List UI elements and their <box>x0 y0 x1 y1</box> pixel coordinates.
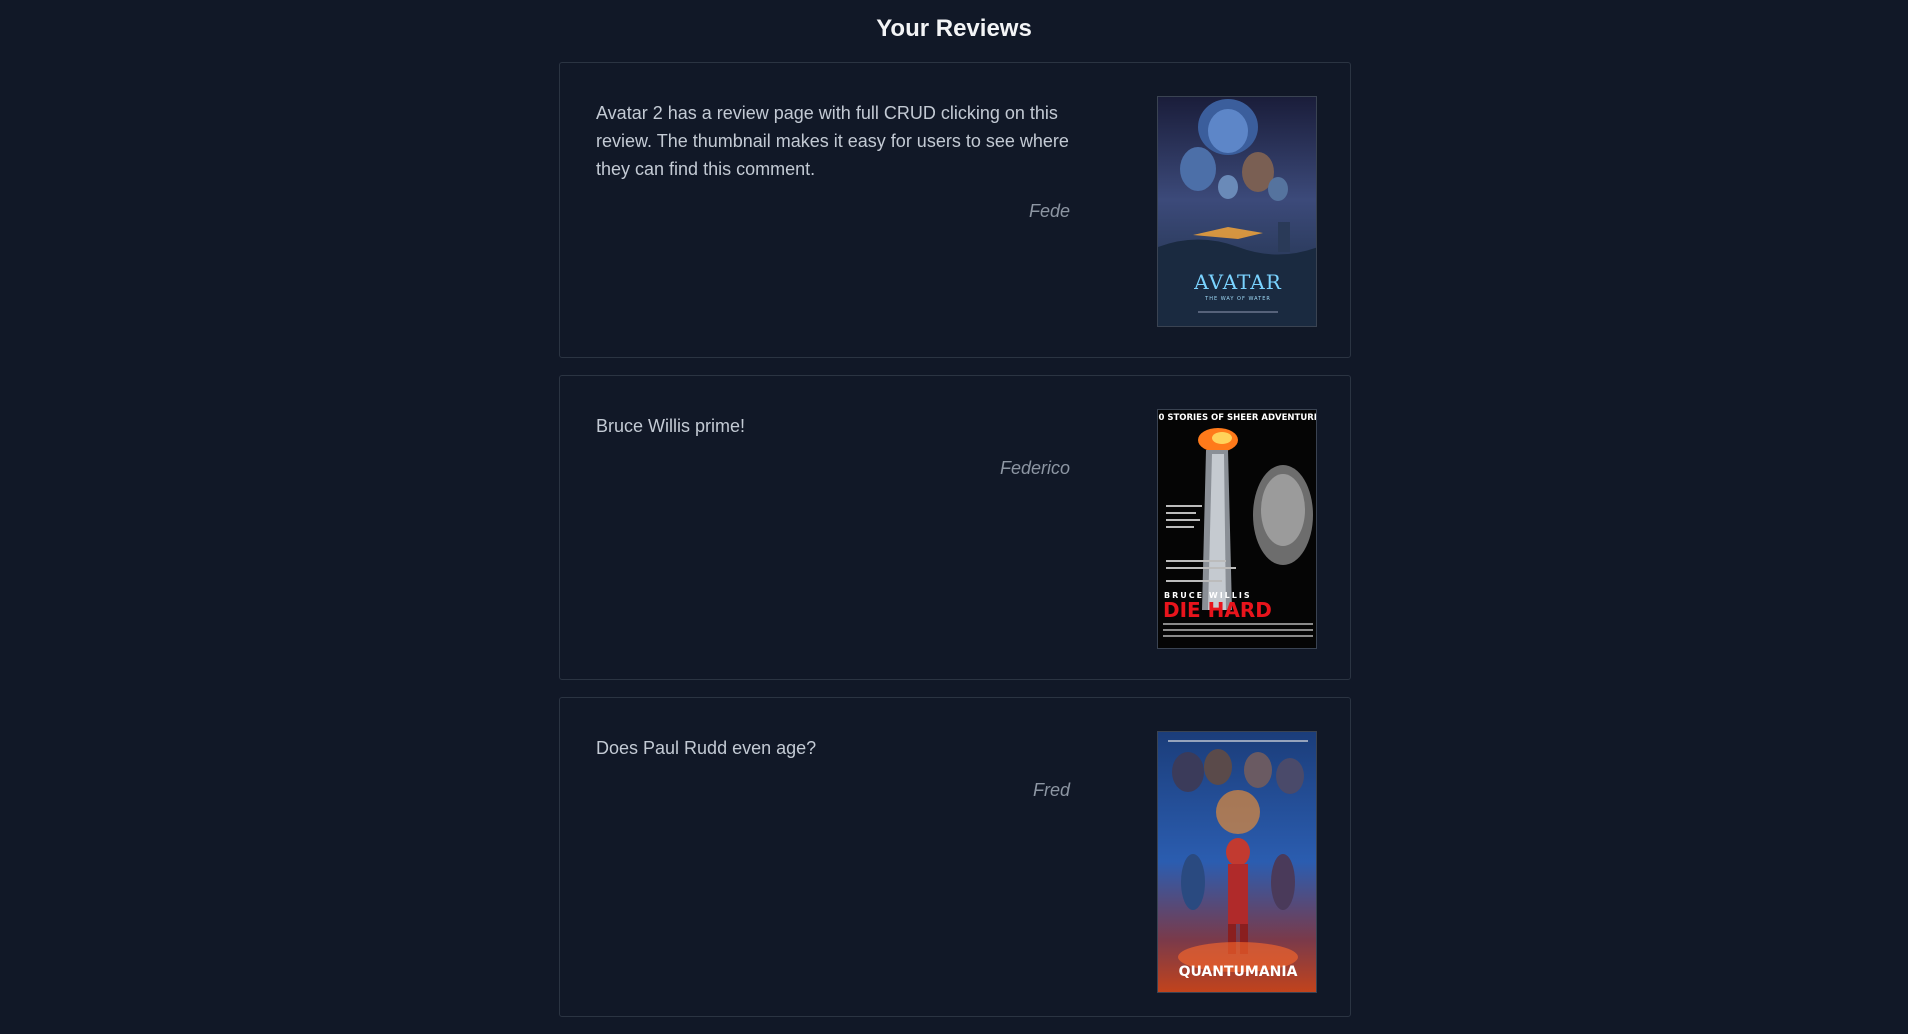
avatar-poster-title: AVATAR <box>1193 270 1282 294</box>
quantumania-poster-image: QUANTUMANIA <box>1158 732 1316 992</box>
die-hard-poster-tagline: 40 STORIES OF SHEER ADVENTURE! <box>1158 413 1317 423</box>
review-author: Federico <box>999 458 1070 478</box>
review-author: Fred <box>1032 780 1070 800</box>
movie-poster-thumbnail[interactable]: QUANTUMANIA <box>1157 731 1317 993</box>
review-author: Fede <box>1028 201 1070 221</box>
review-card[interactable]: Bruce Willis prime! Federico 40 STORIES … <box>559 375 1351 680</box>
die-hard-poster-image: 40 STORIES OF SHEER ADVENTURE! BRUCE WIL… <box>1158 410 1317 648</box>
avatar-poster-image: AVATAR THE WAY OF WATER <box>1158 97 1316 326</box>
page-title: Your Reviews <box>876 15 1032 42</box>
review-card[interactable]: Does Paul Rudd even age? Fred QUANTUMANI… <box>559 697 1351 1017</box>
quantumania-poster-title: QUANTUMANIA <box>1179 964 1298 980</box>
movie-poster-thumbnail[interactable]: 40 STORIES OF SHEER ADVENTURE! BRUCE WIL… <box>1157 409 1317 649</box>
review-text: Does Paul Rudd even age? <box>596 738 817 758</box>
review-text: Avatar 2 has a review page with full CRU… <box>596 103 1069 179</box>
avatar-poster-subtitle: THE WAY OF WATER <box>1204 296 1271 302</box>
review-card[interactable]: Avatar 2 has a review page with full CRU… <box>559 62 1351 358</box>
review-text: Bruce Willis prime! <box>596 416 746 436</box>
movie-poster-thumbnail[interactable]: AVATAR THE WAY OF WATER <box>1157 96 1317 327</box>
review-list: Avatar 2 has a review page with full CRU… <box>559 62 1351 1034</box>
die-hard-poster-title: DIE HARD <box>1163 598 1272 622</box>
